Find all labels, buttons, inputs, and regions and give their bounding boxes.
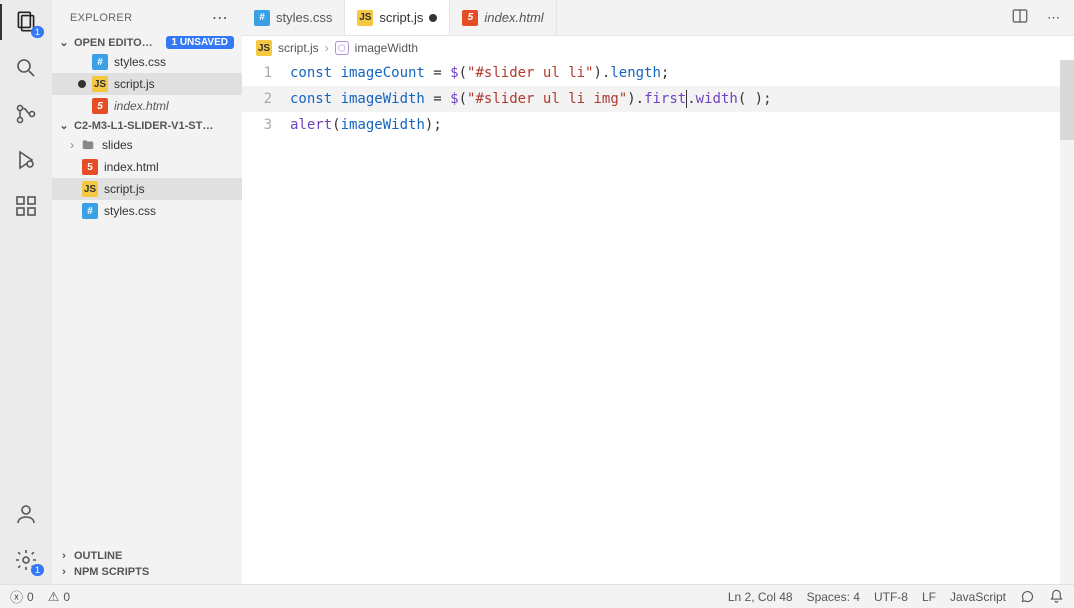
activity-run-icon[interactable] [12,146,40,174]
tree-file-item[interactable]: JS script.js [52,178,242,200]
file-name: script.js [114,77,155,91]
folder-icon [80,137,96,153]
js-file-icon: JS [256,40,272,56]
chevron-right-icon: › [70,138,74,152]
close-slot [78,102,86,110]
symbol-variable-icon: ⬡ [335,41,349,55]
tree-file-item[interactable]: 5 index.html [52,156,242,178]
status-bell-icon[interactable] [1049,589,1064,604]
editor-area: # styles.css JS script.js 5 index.html ⋯ JS s… [242,0,1074,584]
code-line[interactable]: 1const imageCount = $("#slider ul li").l… [242,60,1074,86]
chevron-right-icon: › [325,41,329,55]
chevron-right-icon: › [58,566,70,578]
split-editor-icon[interactable] [1007,3,1033,32]
status-warnings[interactable]: ⚠ 0 [48,589,70,605]
editor-more-icon[interactable]: ⋯ [1043,6,1064,30]
open-editor-item[interactable]: 5 index.html [52,95,242,117]
activity-settings-badge: 1 [31,564,44,576]
status-encoding[interactable]: UTF-8 [874,590,908,604]
html-file-icon: 5 [82,159,98,175]
chevron-down-icon: ⌄ [58,36,70,49]
chevron-down-icon: ⌄ [58,119,70,132]
tab-index-html[interactable]: 5 index.html [450,0,556,35]
activity-scm-icon[interactable] [12,100,40,128]
status-warnings-count: 0 [63,590,70,604]
open-editors-header[interactable]: ⌄ OPEN EDITO… 1 UNSAVED [52,34,242,51]
activity-account-icon[interactable] [12,500,40,528]
tab-label: script.js [379,10,423,25]
activity-extensions-icon[interactable] [12,192,40,220]
file-name: script.js [104,182,145,196]
css-file-icon: # [82,203,98,219]
status-spaces[interactable]: Spaces: 4 [807,590,860,604]
line-number: 3 [242,112,290,138]
tab-label: styles.css [276,10,332,25]
breadcrumb-file: script.js [278,41,319,55]
tree-file-item[interactable]: # styles.css [52,200,242,222]
code-content: alert(imageWidth); [290,112,442,138]
npm-scripts-header[interactable]: › NPM SCRIPTS [52,564,242,584]
activity-search-icon[interactable] [12,54,40,82]
project-label: C2-M3-L1-SLIDER-V1-ST… [74,120,213,132]
file-name: styles.css [114,55,166,69]
css-file-icon: # [92,54,108,70]
status-errors[interactable]: ⓧ 0 [10,587,34,606]
chevron-right-icon: › [58,550,70,562]
status-cursor[interactable]: Ln 2, Col 48 [728,590,793,604]
outline-label: OUTLINE [74,550,122,562]
npm-scripts-label: NPM SCRIPTS [74,566,149,578]
js-file-icon: JS [357,10,373,26]
status-eol[interactable]: LF [922,590,936,604]
status-errors-count: 0 [27,590,34,604]
css-file-icon: # [254,10,270,26]
close-slot [78,58,86,66]
html-file-icon: 5 [462,10,478,26]
sidebar-more-icon[interactable]: ⋯ [208,8,232,28]
sidebar-title: EXPLORER [70,12,132,24]
code-line[interactable]: 2const imageWidth = $("#slider ul li img… [242,86,1074,112]
unsaved-dot-icon [78,80,86,88]
error-icon: ⓧ [10,587,23,606]
tree-folder-label: slides [102,138,133,152]
html-file-icon: 5 [92,98,108,114]
open-editor-item[interactable]: JS script.js [52,73,242,95]
breadcrumb[interactable]: JS script.js › ⬡ imageWidth [242,36,1074,60]
scrollbar-overview[interactable] [1060,60,1074,584]
tab-script-js[interactable]: JS script.js [345,0,450,35]
status-bar: ⓧ 0 ⚠ 0 Ln 2, Col 48 Spaces: 4 UTF-8 LF … [0,584,1074,608]
file-name: index.html [114,99,169,113]
file-name: index.html [104,160,159,174]
tab-styles-css[interactable]: # styles.css [242,0,345,35]
tree-folder-slides[interactable]: › slides [52,134,242,156]
activity-explorer-badge: 1 [31,26,44,38]
warning-icon: ⚠ [48,589,60,605]
tab-bar: # styles.css JS script.js 5 index.html ⋯ [242,0,1074,36]
open-editor-item[interactable]: # styles.css [52,51,242,73]
activity-explorer-icon[interactable]: 1 [12,8,40,36]
code-line[interactable]: 3alert(imageWidth); [242,112,1074,138]
js-file-icon: JS [82,181,98,197]
file-name: styles.css [104,204,156,218]
line-number: 1 [242,60,290,86]
activity-bar: 1 1 [0,0,52,584]
unsaved-dot-icon [429,14,437,22]
activity-settings-icon[interactable]: 1 [12,546,40,574]
code-content: const imageWidth = $("#slider ul li img"… [290,86,772,112]
js-file-icon: JS [92,76,108,92]
tab-label: index.html [484,10,543,25]
outline-header[interactable]: › OUTLINE [52,548,242,564]
code-editor[interactable]: 1const imageCount = $("#slider ul li").l… [242,60,1074,584]
code-content: const imageCount = $("#slider ul li").le… [290,60,669,86]
status-language[interactable]: JavaScript [950,590,1006,604]
open-editors-label: OPEN EDITO… [74,37,153,49]
sidebar: EXPLORER ⋯ ⌄ OPEN EDITO… 1 UNSAVED # styl… [52,0,242,584]
line-number: 2 [242,86,290,112]
project-header[interactable]: ⌄ C2-M3-L1-SLIDER-V1-ST… [52,117,242,134]
status-feedback-icon[interactable] [1020,589,1035,604]
unsaved-badge: 1 UNSAVED [166,36,235,49]
breadcrumb-symbol: imageWidth [355,41,418,55]
